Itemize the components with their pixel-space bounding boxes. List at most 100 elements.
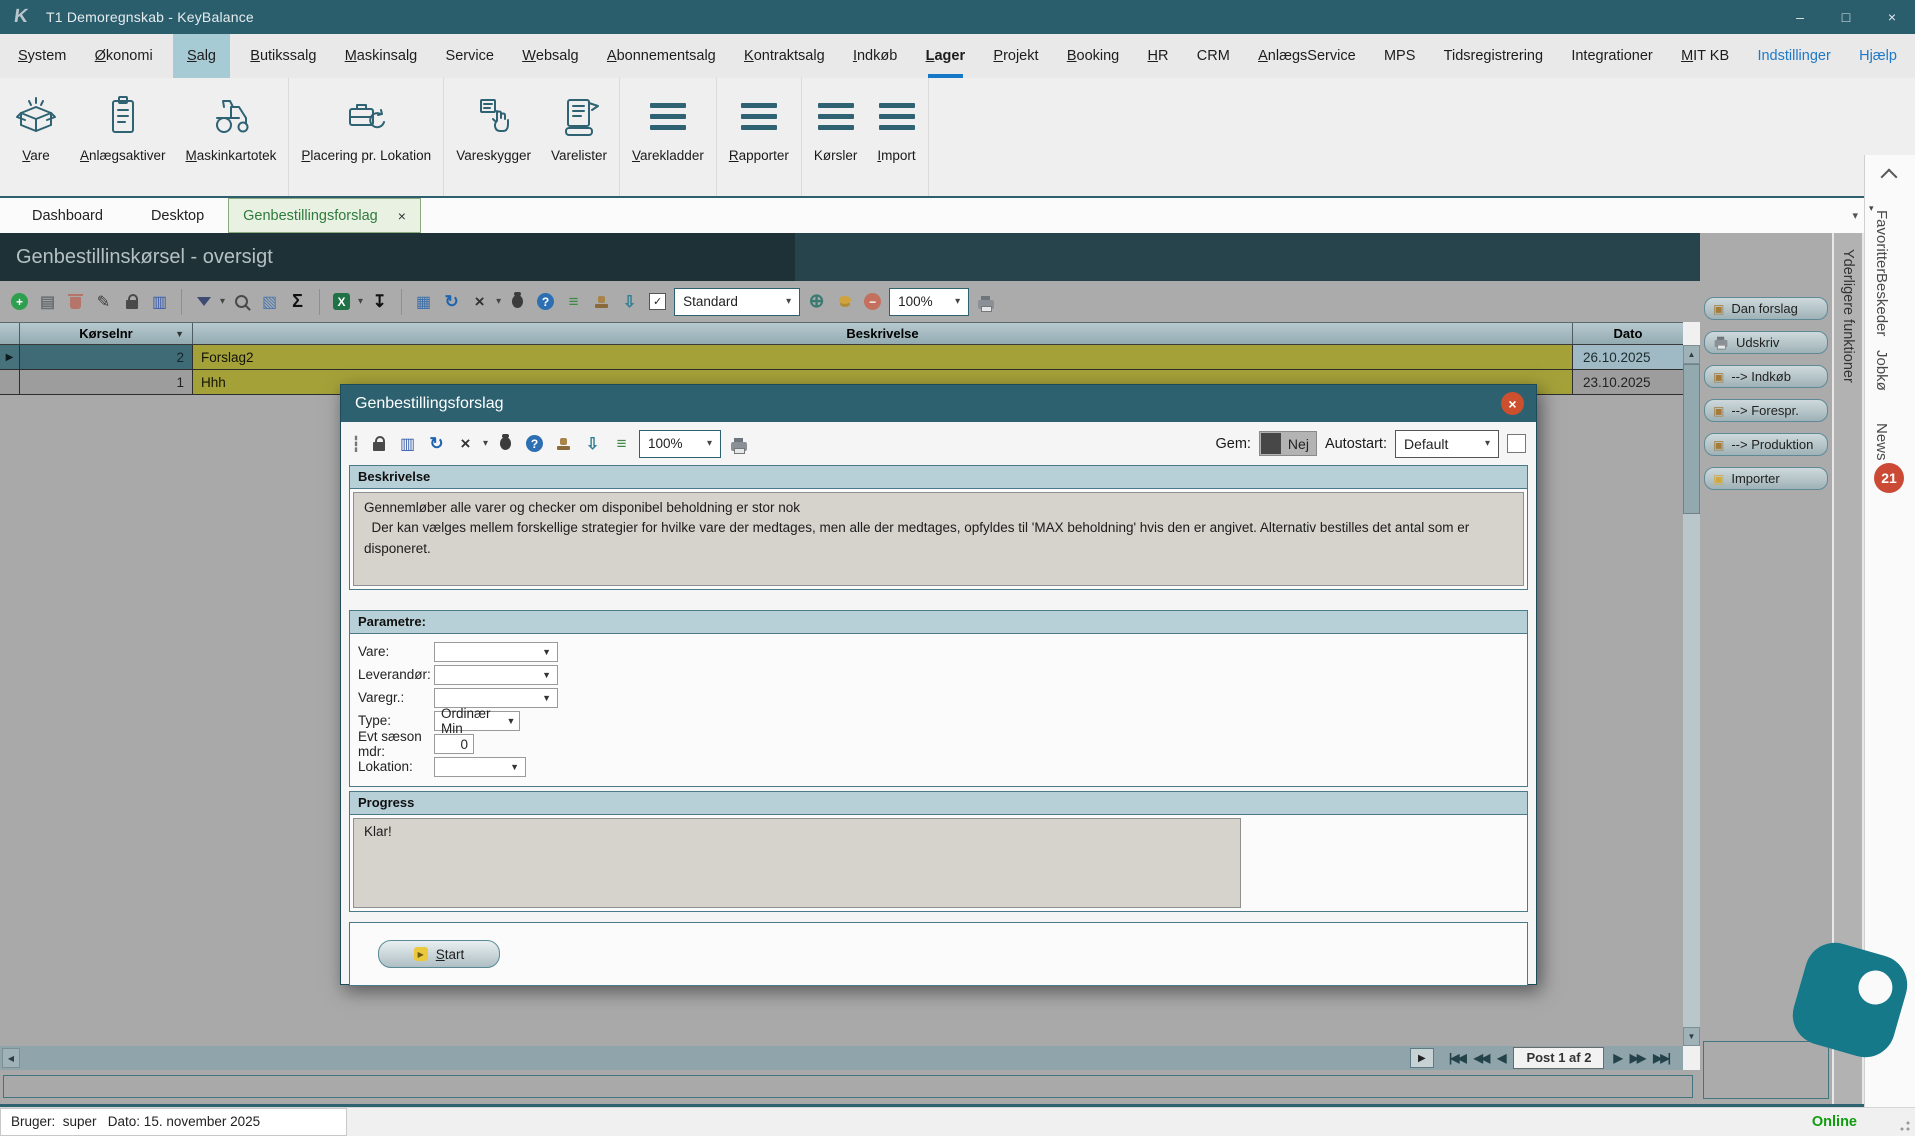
menu-hr[interactable]: HR [1140, 34, 1177, 78]
cell-dato[interactable]: 26.10.2025 [1573, 345, 1683, 370]
columns-icon[interactable]: ▥ [396, 432, 419, 456]
menu-salg[interactable]: Salg [173, 34, 230, 78]
lock-icon[interactable] [120, 290, 143, 314]
stamp-icon[interactable] [590, 290, 613, 314]
dan-forslag-button[interactable]: ▣ Dan forslag [1704, 297, 1828, 320]
debug-icon[interactable] [494, 432, 517, 456]
menu-lager[interactable]: Lager [918, 34, 974, 78]
delete-icon[interactable] [64, 290, 87, 314]
refresh-icon[interactable]: ↻ [425, 432, 448, 456]
chart-export-icon[interactable]: ⇩ [618, 290, 641, 314]
leverandor-dropdown[interactable]: ▼ [434, 665, 558, 685]
udskriv-button[interactable]: Udskriv [1704, 331, 1828, 354]
copy-icon[interactable]: ▤ [36, 290, 59, 314]
grid-row-1[interactable]: ▶ 2 Forslag2 26.10.2025 [0, 345, 1683, 370]
notes-icon[interactable]: ≡ [562, 290, 585, 314]
nav-prev-page-button[interactable]: ◀◀ [1474, 1051, 1488, 1065]
nav-next-page-button[interactable]: ▶▶ [1630, 1051, 1644, 1065]
gem-toggle[interactable]: Nej [1259, 431, 1317, 456]
menu-system[interactable]: System [10, 34, 74, 78]
dialog-zoom-dropdown[interactable]: 100% ▾ [639, 430, 721, 458]
notes-icon[interactable]: ≡ [610, 432, 633, 456]
menu-booking[interactable]: Booking [1059, 34, 1127, 78]
tab-dashboard[interactable]: Dashboard [8, 198, 127, 233]
ribbon-maskinkartotek[interactable]: Maskinkartotek [176, 78, 287, 196]
ribbon-varekladder[interactable]: Varekladder [622, 78, 714, 196]
refresh-icon[interactable]: ↻ [440, 290, 463, 314]
tools-dropdown-icon[interactable]: ▾ [496, 296, 501, 307]
ribbon-vare[interactable]: Vare [2, 78, 70, 196]
cell-korselnr[interactable]: 1 [20, 370, 193, 395]
ribbon-placering-pr-lokation[interactable]: Placering pr. Lokation [291, 78, 441, 196]
data-refresh-icon[interactable] [833, 290, 856, 314]
view-select-dropdown[interactable]: Standard ▾ [674, 288, 800, 316]
tab-close-icon[interactable]: × [398, 208, 406, 224]
minimize-button[interactable]: – [1777, 0, 1823, 34]
tools-dropdown-icon[interactable]: ▾ [483, 438, 488, 449]
menu-crm[interactable]: CRM [1189, 34, 1238, 78]
menu-abonnementsalg[interactable]: Abonnementsalg [599, 34, 724, 78]
sum-icon[interactable]: Σ [286, 290, 309, 314]
excel-export-icon[interactable]: X [333, 293, 350, 310]
zoom-dropdown[interactable]: 100% ▾ [889, 288, 969, 316]
chart-export-icon[interactable]: ⇩ [581, 432, 604, 456]
menu-projekt[interactable]: Projekt [985, 34, 1046, 78]
dialog-checkbox[interactable] [1507, 434, 1526, 453]
dock-favoritter[interactable]: Favoritter [1873, 210, 1890, 273]
scroll-left-icon[interactable]: ◀ [2, 1048, 20, 1068]
autostart-dropdown[interactable]: Default ▾ [1395, 430, 1499, 458]
menu-mit-kb[interactable]: MIT KB [1673, 34, 1737, 78]
close-button[interactable]: × [1869, 0, 1915, 34]
dock-beskeder[interactable]: Beskeder [1873, 273, 1890, 336]
menu-kontraktsalg[interactable]: Kontraktsalg [736, 34, 833, 78]
menu-indkob[interactable]: Indkøb [845, 34, 905, 78]
remove-view-icon[interactable]: − [864, 293, 881, 310]
menu-anlaegsservice[interactable]: AnlægsService [1250, 34, 1364, 78]
dialog-close-icon[interactable]: × [1501, 392, 1524, 415]
til-indkob-button[interactable]: ▣ --> Indkøb [1704, 365, 1828, 388]
scroll-up-icon[interactable]: ▲ [1683, 345, 1700, 364]
import-icon[interactable]: ↧ [368, 290, 391, 314]
filter-icon[interactable] [192, 290, 215, 314]
menu-integrationer[interactable]: Integrationer [1563, 34, 1660, 78]
importer-button[interactable]: ▣ Importer [1704, 467, 1828, 490]
lock-icon[interactable] [367, 432, 390, 456]
cell-korselnr[interactable]: 2 [20, 345, 193, 370]
nav-first-button[interactable]: |◀◀ [1449, 1051, 1465, 1065]
tools-icon[interactable]: × [468, 290, 491, 314]
ribbon-anlaegsaktiver[interactable]: Anlægsaktiver [70, 78, 176, 196]
tab-genbestillingsforslag[interactable]: Genbestillingsforslag × [228, 198, 421, 233]
print-icon[interactable] [727, 432, 750, 456]
til-forespr-button[interactable]: ▣ --> Forespr. [1704, 399, 1828, 422]
ribbon-vareskygger[interactable]: Vareskygger [446, 78, 541, 196]
dock-news[interactable]: News [1873, 423, 1890, 461]
select-area-icon[interactable]: ▧ [258, 290, 281, 314]
debug-icon[interactable] [506, 290, 529, 314]
grid-header-dato[interactable]: Dato [1573, 323, 1683, 344]
nav-prev-button[interactable]: ◀ [1497, 1051, 1504, 1065]
excel-dropdown-icon[interactable]: ▾ [358, 296, 363, 307]
ribbon-varelister[interactable]: Varelister [541, 78, 617, 196]
sort-icon[interactable]: ▼ [175, 329, 184, 339]
add-icon[interactable]: + [11, 293, 28, 310]
grid-header-korselnr[interactable]: Kørselnr ▼ [20, 323, 193, 344]
vertical-scrollbar[interactable]: ▲ ▼ [1683, 345, 1700, 1046]
nav-last-button[interactable]: ▶▶| [1653, 1051, 1669, 1065]
menu-butikssalg[interactable]: Butikssalg [242, 34, 324, 78]
chevron-up-icon[interactable] [1881, 169, 1898, 186]
print-icon[interactable] [974, 290, 997, 314]
lokation-dropdown[interactable]: ▼ [434, 757, 526, 777]
vare-dropdown[interactable]: ▼ [434, 642, 558, 662]
menu-hjaelp[interactable]: Hjælp [1851, 34, 1905, 78]
til-produktion-button[interactable]: ▣ --> Produktion [1704, 433, 1828, 456]
tools-icon[interactable]: × [454, 432, 477, 456]
stamp-icon[interactable] [552, 432, 575, 456]
grip-icon[interactable]: ┇ [351, 432, 361, 456]
grid-header-beskrivelse[interactable]: Beskrivelse [193, 323, 1573, 344]
menu-tidsregistrering[interactable]: Tidsregistrering [1436, 34, 1551, 78]
menu-maskinsalg[interactable]: Maskinsalg [337, 34, 426, 78]
menu-service[interactable]: Service [438, 34, 502, 78]
add-view-icon[interactable]: ⊕ [805, 290, 828, 314]
varegr-dropdown[interactable]: ▼ [434, 688, 558, 708]
checkbox-icon[interactable]: ✓ [646, 290, 669, 314]
